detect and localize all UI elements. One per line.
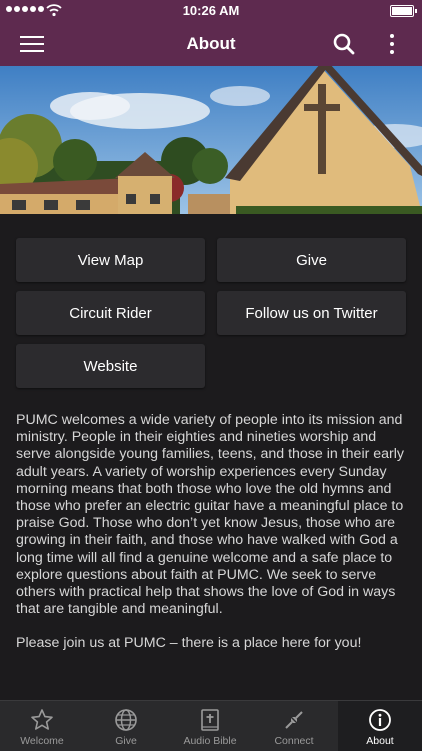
tab-label: About <box>366 735 394 747</box>
description-paragraph: PUMC welcomes a wide variety of people i… <box>16 412 405 618</box>
status-bar: 10:26 AM <box>0 0 422 22</box>
tab-welcome[interactable]: Welcome <box>0 701 84 751</box>
circuit-rider-button[interactable]: Circuit Rider <box>16 291 205 335</box>
tab-label: Welcome <box>20 735 64 747</box>
connect-icon <box>285 711 303 729</box>
nav-bar: About <box>0 22 422 66</box>
tab-label: Connect <box>274 735 314 747</box>
tab-label: Give <box>115 735 137 747</box>
battery-icon <box>390 5 417 17</box>
search-icon[interactable] <box>332 32 356 56</box>
star-icon <box>31 709 53 730</box>
status-time: 10:26 AM <box>182 3 240 18</box>
description-paragraph: Please join us at PUMC – there is a plac… <box>16 635 362 652</box>
tab-label: Audio Bible <box>183 735 237 747</box>
church-hero-image <box>0 66 422 214</box>
tab-about[interactable]: About <box>338 701 422 751</box>
tab-connect[interactable]: Connect <box>252 701 336 751</box>
follow-twitter-button[interactable]: Follow us on Twitter <box>217 291 406 335</box>
website-button[interactable]: Website <box>16 344 205 388</box>
tab-audio-bible[interactable]: Audio Bible <box>168 701 252 751</box>
view-map-button[interactable]: View Map <box>16 238 205 282</box>
tab-bar: Welcome Give Audio Bible Connect About <box>0 700 422 751</box>
info-icon <box>369 709 391 731</box>
globe-icon <box>115 709 137 731</box>
about-description: PUMC welcomes a wide variety of people i… <box>16 412 408 670</box>
tab-give[interactable]: Give <box>84 701 168 751</box>
page-title: About <box>186 34 236 53</box>
give-button[interactable]: Give <box>217 238 406 282</box>
more-options-icon[interactable] <box>388 31 396 57</box>
bible-icon <box>201 709 219 731</box>
